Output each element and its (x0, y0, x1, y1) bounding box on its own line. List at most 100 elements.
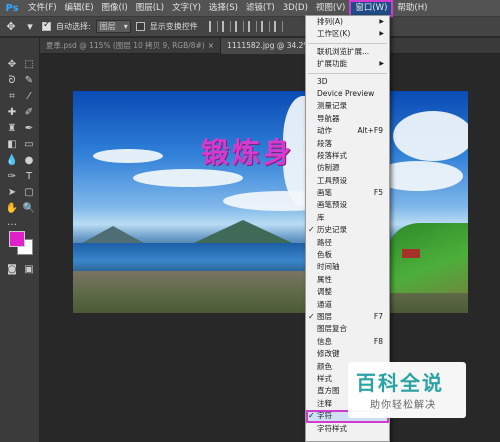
menu-item-arrange[interactable]: 排列(A) ▶ (306, 16, 389, 28)
quick-mask-icon[interactable]: ◙ (5, 263, 19, 277)
dodge-icon[interactable]: ● (22, 154, 36, 168)
stamp-icon[interactable]: ♜ (5, 122, 19, 136)
menu-item-adjustments[interactable]: 调整 (306, 286, 389, 298)
menu-item-extensions[interactable]: 扩展功能 ▶ (306, 58, 389, 70)
menu-item-modifier-keys[interactable]: 修改键 (306, 348, 389, 360)
crop-icon[interactable]: ⌗ (5, 90, 19, 104)
menu-item-brush[interactable]: 画笔 F5 (306, 187, 389, 199)
overlay-text[interactable]: 锻炼身 (201, 131, 294, 171)
align-hcenter-icon[interactable] (260, 21, 270, 32)
type-icon[interactable]: T (22, 170, 36, 184)
menu-item-measurement-log[interactable]: 测量记录 (306, 100, 389, 112)
menu-item-label: 调整 (317, 287, 332, 297)
menu-help[interactable]: 帮助(H) (393, 0, 431, 17)
menu-item-label: 通道 (317, 299, 332, 309)
menu-item-label: 排列(A) (317, 17, 343, 26)
menu-item-label: Device Preview (317, 88, 375, 98)
menu-item-label: 颜色 (317, 361, 332, 371)
menu-item-actions[interactable]: 动作 Alt+F9 (306, 125, 389, 137)
menu-item-tool-presets[interactable]: 工具预设 (306, 175, 389, 187)
quick-select-icon[interactable]: ✎ (22, 74, 36, 88)
menu-item-label: 属性 (317, 274, 332, 284)
menu-item-label: 导航器 (317, 113, 340, 123)
menu-type[interactable]: 文字(Y) (168, 0, 205, 17)
menu-item-clone-source[interactable]: 仿制源 (306, 162, 389, 174)
tab-document-1[interactable]: 夏季.psd @ 115% (图层 10 拷贝 9, RGB/8#) × (40, 38, 222, 54)
healing-icon[interactable]: ✚ (5, 106, 19, 120)
menu-item-label: 字符 (317, 411, 332, 421)
align-right-icon[interactable] (273, 21, 283, 32)
checkmark-icon: ✓ (308, 411, 315, 421)
submenu-arrow-icon: ▶ (379, 30, 384, 38)
move-icon[interactable]: ✥ (5, 58, 19, 72)
menu-item-libraries[interactable]: 库 (306, 212, 389, 224)
menu-item-label: 信息 (317, 336, 332, 346)
menu-item-character-styles[interactable]: 字符样式 (306, 423, 389, 435)
menu-select[interactable]: 选择(S) (205, 0, 242, 17)
blur-icon[interactable]: 💧 (5, 154, 19, 168)
auto-select-checkbox[interactable] (42, 20, 51, 31)
align-left-icon[interactable] (247, 21, 257, 32)
hand-icon[interactable]: ✋ (5, 202, 19, 216)
menu-image[interactable]: 图像(I) (98, 0, 132, 17)
align-vcenter-icon[interactable] (221, 21, 231, 32)
more-tools-icon[interactable]: … (5, 216, 19, 230)
menu-item-navigator[interactable]: 导航器 (306, 113, 389, 125)
align-top-icon[interactable] (208, 21, 218, 32)
menu-item-label: 直方图 (317, 386, 340, 396)
menu-item-label: 字符样式 (317, 423, 347, 433)
menu-filter[interactable]: 滤镜(T) (242, 0, 279, 17)
align-bottom-icon[interactable] (234, 21, 244, 32)
move-tool-icon[interactable]: ✥ (4, 20, 18, 34)
document-image[interactable]: 锻炼身 (73, 91, 468, 313)
menu-item-label: 路径 (317, 237, 332, 247)
document-tabs: 夏季.psd @ 115% (图层 10 拷贝 9, RGB/8#) × 1111… (40, 38, 500, 54)
menu-item-swatches[interactable]: 色板 (306, 249, 389, 261)
checkmark-icon: ✓ (308, 311, 315, 321)
menu-item-label: 时间轴 (317, 262, 340, 272)
shortcut-label: F8 (373, 336, 383, 346)
brush-icon[interactable]: ✐ (22, 106, 36, 120)
menu-item-paragraph-styles[interactable]: 段落样式 (306, 150, 389, 162)
foreground-color-swatch[interactable] (9, 231, 25, 247)
menu-item-layer-comps[interactable]: 图层复合 (306, 323, 389, 335)
menu-item-channels[interactable]: 通道 (306, 299, 389, 311)
watermark-subtitle: 助你轻松解决 (370, 400, 436, 411)
menu-item-info[interactable]: 信息 F8 (306, 336, 389, 348)
lasso-icon[interactable]: ᘐ (5, 74, 19, 88)
menu-edit[interactable]: 编辑(E) (61, 0, 98, 17)
screen-mode-icon[interactable]: ▣ (22, 263, 36, 277)
menu-item-workspace[interactable]: 工作区(K) ▶ (306, 28, 389, 40)
auto-select-dropdown[interactable]: 图层 (95, 20, 131, 33)
gradient-icon[interactable]: ▭ (22, 138, 36, 152)
eraser-icon[interactable]: ◧ (5, 138, 19, 152)
menu-item-timeline[interactable]: 时间轴 (306, 261, 389, 273)
close-icon[interactable]: × (208, 41, 214, 50)
menu-item-3d[interactable]: 3D (306, 76, 389, 88)
menu-file[interactable]: 文件(F) (24, 0, 61, 17)
show-transform-label: 显示变换控件 (149, 22, 198, 31)
menu-item-device-preview[interactable]: Device Preview (306, 88, 389, 100)
zoom-icon[interactable]: 🔍 (22, 202, 36, 216)
menu-item-layers[interactable]: ✓ 图层 F7 (306, 311, 389, 323)
menu-item-properties[interactable]: 属性 (306, 274, 389, 286)
marquee-icon[interactable]: ⬚ (22, 58, 36, 72)
pen-icon[interactable]: ✑ (5, 170, 19, 184)
menu-item-paths[interactable]: 路径 (306, 237, 389, 249)
menu-item-paragraph[interactable]: 段落 (306, 138, 389, 150)
toolbox: ✥ ⬚ ᘐ ✎ ⌗ ⁄ ✚ ✐ ♜ ✒ ◧ ▭ 💧 ● ✑ T ➤ ▢ ✋ 🔍 … (0, 38, 40, 442)
menu-item-browse-extensions[interactable]: 联机浏览扩展... (306, 46, 389, 58)
menu-item-history[interactable]: ✓ 历史记录 (306, 224, 389, 236)
history-brush-icon[interactable]: ✒ (22, 122, 36, 136)
tool-preset-icon[interactable]: ▾ (23, 20, 37, 34)
menu-item-label: 图层复合 (317, 324, 347, 334)
show-transform-checkbox[interactable] (135, 22, 145, 31)
menu-item-brush-presets[interactable]: 画笔预设 (306, 199, 389, 211)
eyedropper-icon[interactable]: ⁄ (22, 90, 36, 104)
menu-item-label: 库 (317, 212, 325, 222)
shortcut-label: Alt+F9 (357, 126, 383, 136)
menu-layer[interactable]: 图层(L) (132, 0, 168, 17)
shape-icon[interactable]: ▢ (22, 186, 36, 200)
shortcut-label: F7 (373, 311, 383, 321)
path-select-icon[interactable]: ➤ (5, 186, 19, 200)
